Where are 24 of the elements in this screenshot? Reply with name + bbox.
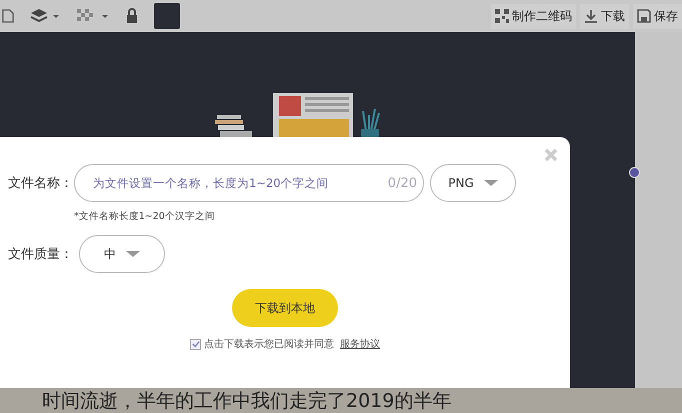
- format-dropdown[interactable]: PNG: [430, 164, 516, 202]
- layers-icon[interactable]: [30, 8, 60, 24]
- save-icon: [637, 9, 651, 23]
- page-icon[interactable]: [2, 8, 14, 24]
- color-swatch[interactable]: [154, 3, 180, 29]
- toolbar-button[interactable]: 下载: [580, 4, 629, 28]
- lock-icon[interactable]: [126, 8, 138, 24]
- hint-text: *文件名称长度1~20个汉字之间: [74, 210, 216, 223]
- download-button[interactable]: 下载到本地: [232, 289, 338, 327]
- caret-icon: [484, 180, 498, 186]
- agreement-text: 点击下载表示您已阅读并同意: [204, 338, 334, 351]
- quality-label: 文件质量：: [8, 246, 74, 263]
- toolbar-button[interactable]: 制作二维码: [491, 4, 576, 28]
- background-text: 时间流逝，半年的工作中我们走完了2019的半年: [42, 388, 452, 413]
- qr-code-icon: [495, 9, 509, 23]
- quality-dropdown[interactable]: 中: [79, 235, 165, 273]
- toolbar-button[interactable]: 保存: [633, 4, 682, 28]
- caret-icon: [126, 251, 140, 257]
- service-agreement-link[interactable]: 服务协议: [340, 337, 380, 351]
- file-name-input[interactable]: 为文件设置一个名称，长度为1~20个字之间: [91, 175, 388, 191]
- download-icon: [584, 9, 598, 23]
- file-name-label: 文件名称：: [8, 175, 74, 192]
- agreement-checkbox[interactable]: [190, 338, 201, 350]
- character-counter: 0/20: [388, 176, 417, 190]
